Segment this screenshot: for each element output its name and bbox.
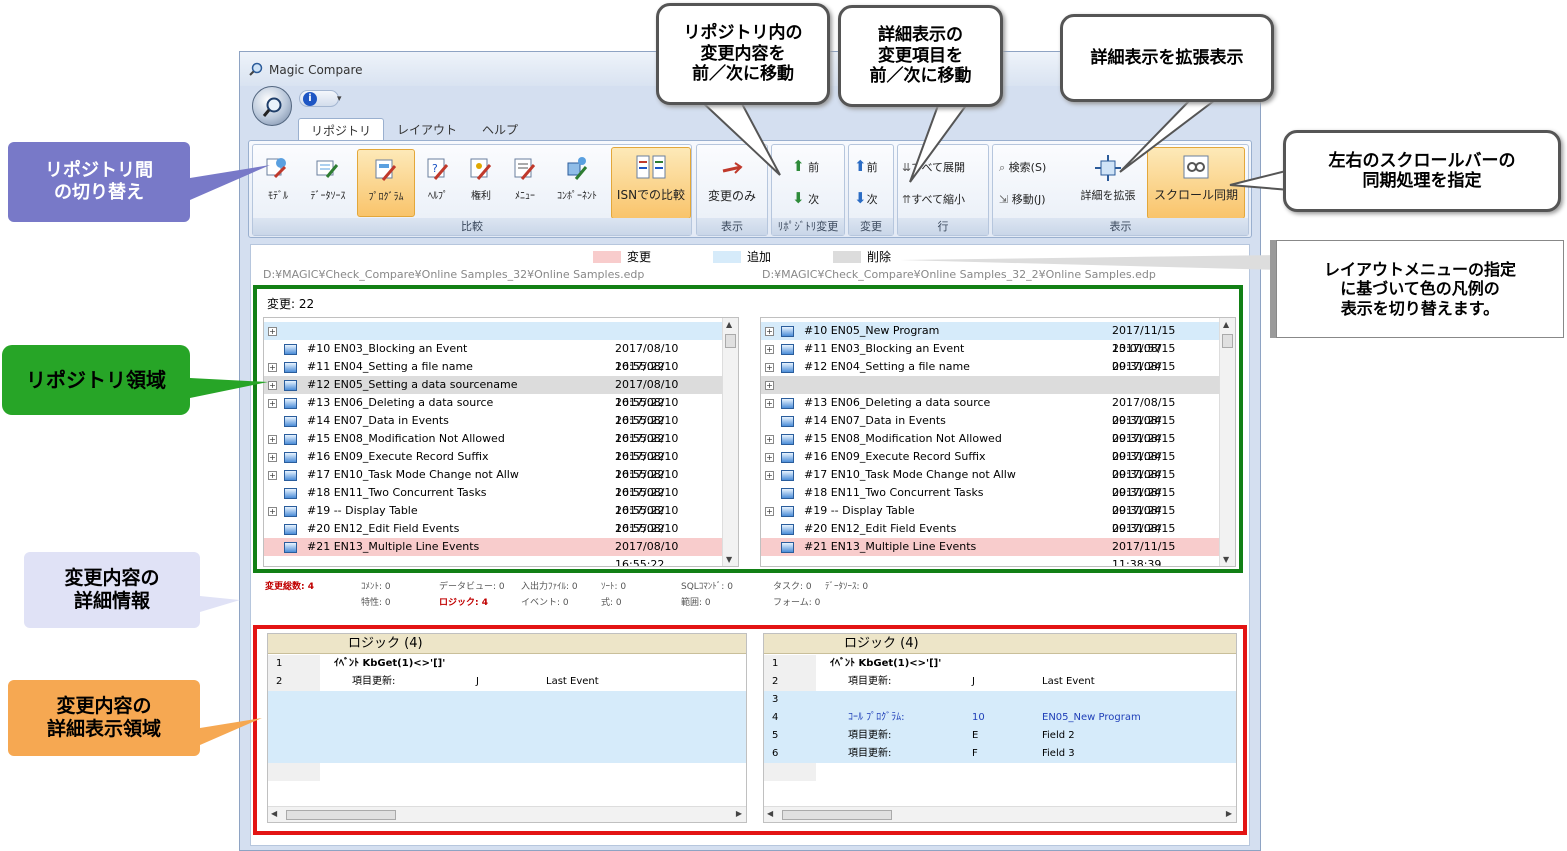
callout-expand: 詳細表示を拡張表示 — [1060, 14, 1274, 102]
callout-repo-area: リポジトリ領域 — [2, 345, 190, 415]
callout-legend: レイアウトメニューの指定 に基づいて色の凡例の 表示を切り替えます。 — [1276, 240, 1564, 338]
callout-detail-nav: 詳細表示の 変更項目を 前／次に移動 — [838, 5, 1003, 107]
callout-detail-area: 変更内容の 詳細表示領域 — [8, 680, 200, 756]
callout-repo-switch: リポジトリ間 の切り替え — [8, 142, 190, 222]
callout-repo-nav: リポジトリ内の 変更内容を 前／次に移動 — [656, 3, 830, 105]
callout-sync: 左右のスクロールバーの 同期処理を指定 — [1283, 130, 1561, 212]
callout-pointers — [190, 99, 1291, 745]
callout-detail-info: 変更内容の 詳細情報 — [24, 552, 200, 628]
